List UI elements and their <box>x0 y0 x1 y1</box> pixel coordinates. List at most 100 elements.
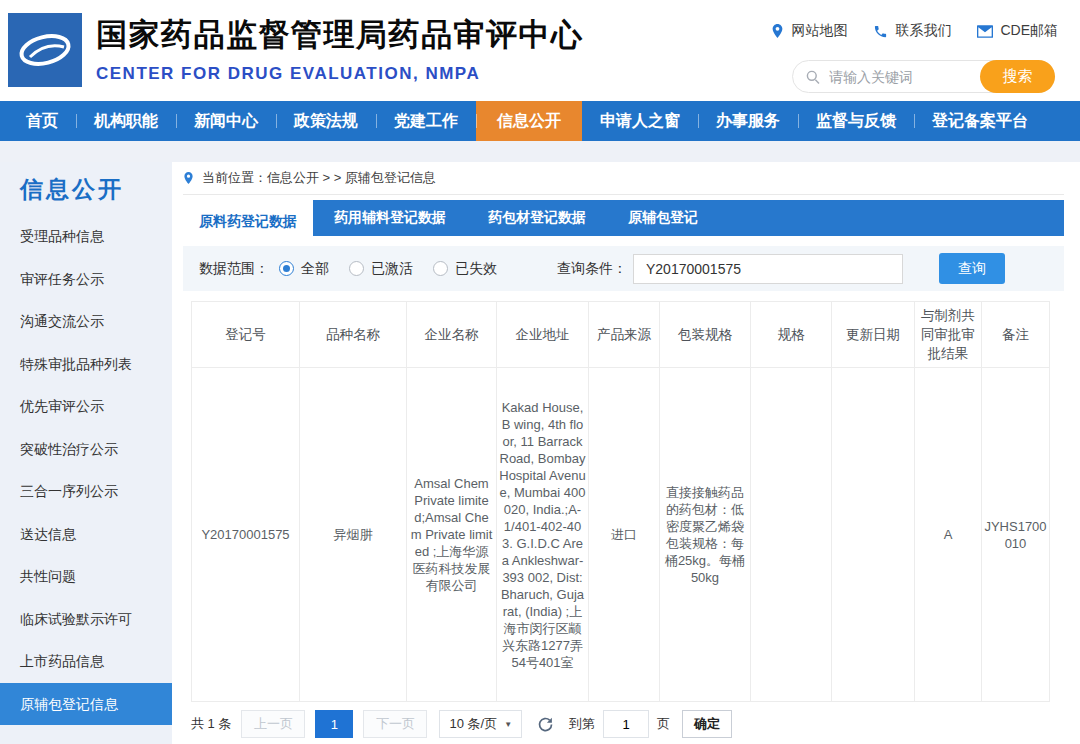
sidebar-item-review-task[interactable]: 审评任务公示 <box>0 258 172 301</box>
query-label: 查询条件： <box>557 260 627 278</box>
tab-packaging-registration-data[interactable]: 药包材登记数据 <box>467 200 607 236</box>
sitemap-label: 网站地图 <box>791 22 847 40</box>
page-size-value: 10 条/页 <box>449 715 497 733</box>
radio-all-label: 全部 <box>301 260 329 278</box>
next-page-button[interactable]: 下一页 <box>363 710 427 738</box>
sidebar-item-three-in-one[interactable]: 三合一序列公示 <box>0 470 172 513</box>
table-header-row: 登记号 品种名称 企业名称 企业地址 产品来源 包装规格 规格 更新日期 与制剂… <box>192 302 1050 368</box>
breadcrumb: 当前位置：信息公开 > > 原辅包登记信息 <box>183 162 1064 195</box>
page-size-select[interactable]: 10 条/页 ▼ <box>439 710 522 738</box>
scope-label: 数据范围： <box>199 260 269 278</box>
cell-variety-name: 异烟肼 <box>300 368 407 702</box>
nav-services[interactable]: 办事服务 <box>698 101 798 141</box>
radio-icon <box>349 261 364 276</box>
sidebar-item-clinical-trial-implied-license[interactable]: 临床试验默示许可 <box>0 598 172 641</box>
sidebar-item-priority-review[interactable]: 优先审评公示 <box>0 385 172 428</box>
sidebar-item-communication[interactable]: 沟通交流公示 <box>0 300 172 343</box>
cell-reg-no: Y20170001575 <box>192 368 300 702</box>
filter-bar: 数据范围： 全部 已激活 已失效 查询条件： 查询 <box>183 246 1064 291</box>
mailbox-label: CDE邮箱 <box>1000 22 1058 40</box>
page-1-button[interactable]: 1 <box>315 710 353 738</box>
col-company-name: 企业名称 <box>407 302 497 368</box>
sidebar-item-special-approval-list[interactable]: 特殊审批品种列表 <box>0 343 172 386</box>
cell-company-name: Amsal Chem Private limited;Amsal Chem Pr… <box>407 368 497 702</box>
prev-page-button[interactable]: 上一页 <box>241 710 305 738</box>
col-reg-no: 登记号 <box>192 302 300 368</box>
nav-applicant-window[interactable]: 申请人之窗 <box>582 101 698 141</box>
envelope-icon <box>977 25 993 38</box>
sidebar-item-common-issues[interactable]: 共性问题 <box>0 555 172 598</box>
sitemap-link[interactable]: 网站地图 <box>771 22 847 40</box>
sidebar-title: 信息公开 <box>0 162 172 215</box>
radio-activated-label: 已激活 <box>371 260 413 278</box>
sidebar-item-accepted-variety-info[interactable]: 受理品种信息 <box>0 215 172 258</box>
site-title: 国家药品监督管理局药品审评中心 <box>96 14 584 56</box>
pagination: 共 1 条 上一页 1 下一页 10 条/页 ▼ 到第 页 确定 <box>191 710 1064 738</box>
site-header: 国家药品监督管理局药品审评中心 CENTER FOR DRUG EVALUATI… <box>0 0 1080 101</box>
cell-spec <box>751 368 832 702</box>
goto-page-input[interactable] <box>603 710 649 738</box>
site-subtitle: CENTER FOR DRUG EVALUATION, NMPA <box>96 64 584 84</box>
col-update-date: 更新日期 <box>832 302 915 368</box>
mailbox-link[interactable]: CDE邮箱 <box>977 22 1058 40</box>
phone-icon <box>873 24 888 39</box>
data-tabs: 原料药登记数据 药用辅料登记数据 药包材登记数据 原辅包登记 <box>183 200 1064 236</box>
sidebar-item-marketed-drug-info[interactable]: 上市药品信息 <box>0 640 172 683</box>
col-spec: 规格 <box>751 302 832 368</box>
cell-remark: JYHS1700010 <box>982 368 1050 702</box>
confirm-button[interactable]: 确定 <box>682 710 732 738</box>
col-packaging-spec: 包装规格 <box>660 302 751 368</box>
cell-company-address: Kakad House, B wing, 4th floor, 11 Barra… <box>497 368 589 702</box>
cell-product-source: 进口 <box>589 368 660 702</box>
logo-swoosh-icon <box>8 13 82 87</box>
tab-yfb-registration[interactable]: 原辅包登记 <box>607 200 719 236</box>
search-input[interactable] <box>821 69 980 85</box>
tab-api-registration-data[interactable]: 原料药登记数据 <box>183 200 313 243</box>
contact-label: 联系我们 <box>895 22 951 40</box>
radio-expired[interactable]: 已失效 <box>433 260 497 278</box>
sidebar-item-yfb-registration-info[interactable]: 原辅包登记信息 <box>0 683 172 726</box>
refresh-button[interactable] <box>537 716 554 733</box>
cell-packaging-spec: 直接接触药品的药包材：低密度聚乙烯袋 包装规格：每桶25kg。每桶50kg <box>660 368 751 702</box>
main-content: 当前位置：信息公开 > > 原辅包登记信息 原料药登记数据 药用辅料登记数据 药… <box>183 162 1064 738</box>
nav-party-building[interactable]: 党建工作 <box>376 101 476 141</box>
radio-activated[interactable]: 已激活 <box>349 260 413 278</box>
location-pin-icon <box>771 23 784 39</box>
tab-excipient-registration-data[interactable]: 药用辅料登记数据 <box>313 200 467 236</box>
refresh-icon <box>537 716 554 733</box>
cell-joint-review-result: A <box>915 368 982 702</box>
query-button[interactable]: 查询 <box>939 253 1005 284</box>
radio-selected-icon <box>279 261 294 276</box>
cell-update-date <box>832 368 915 702</box>
nav-info-disclosure[interactable]: 信息公开 <box>476 101 582 141</box>
nav-home[interactable]: 首页 <box>8 101 76 141</box>
breadcrumb-pin-icon <box>183 171 194 185</box>
search-icon <box>805 69 821 85</box>
nav-policies[interactable]: 政策法规 <box>276 101 376 141</box>
radio-expired-label: 已失效 <box>455 260 497 278</box>
main-nav: 首页 机构职能 新闻中心 政策法规 党建工作 信息公开 申请人之窗 办事服务 监… <box>0 101 1080 141</box>
breadcrumb-text: 当前位置：信息公开 > > 原辅包登记信息 <box>202 169 436 187</box>
nav-gap <box>0 141 1080 162</box>
radio-icon <box>433 261 448 276</box>
goto-label: 到第 <box>569 715 595 733</box>
nav-registration-platform[interactable]: 登记备案平台 <box>914 101 1046 141</box>
sidebar-item-breakthrough-therapy[interactable]: 突破性治疗公示 <box>0 428 172 471</box>
search-button[interactable]: 搜索 <box>980 60 1055 93</box>
col-product-source: 产品来源 <box>589 302 660 368</box>
table-row: Y20170001575 异烟肼 Amsal Chem Private limi… <box>192 368 1050 702</box>
nav-org-functions[interactable]: 机构职能 <box>76 101 176 141</box>
search-bar: 搜索 <box>792 60 1055 93</box>
total-count: 共 1 条 <box>191 715 231 733</box>
contact-link[interactable]: 联系我们 <box>873 22 951 40</box>
caret-down-icon: ▼ <box>504 720 512 729</box>
page-label: 页 <box>657 715 670 733</box>
nav-supervision-feedback[interactable]: 监督与反馈 <box>798 101 914 141</box>
nav-news-center[interactable]: 新闻中心 <box>176 101 276 141</box>
site-logo[interactable] <box>8 13 82 87</box>
radio-all[interactable]: 全部 <box>279 260 329 278</box>
query-input[interactable] <box>633 254 903 284</box>
top-links: 网站地图 联系我们 CDE邮箱 <box>771 22 1058 40</box>
col-variety-name: 品种名称 <box>300 302 407 368</box>
sidebar-item-delivery-info[interactable]: 送达信息 <box>0 513 172 556</box>
